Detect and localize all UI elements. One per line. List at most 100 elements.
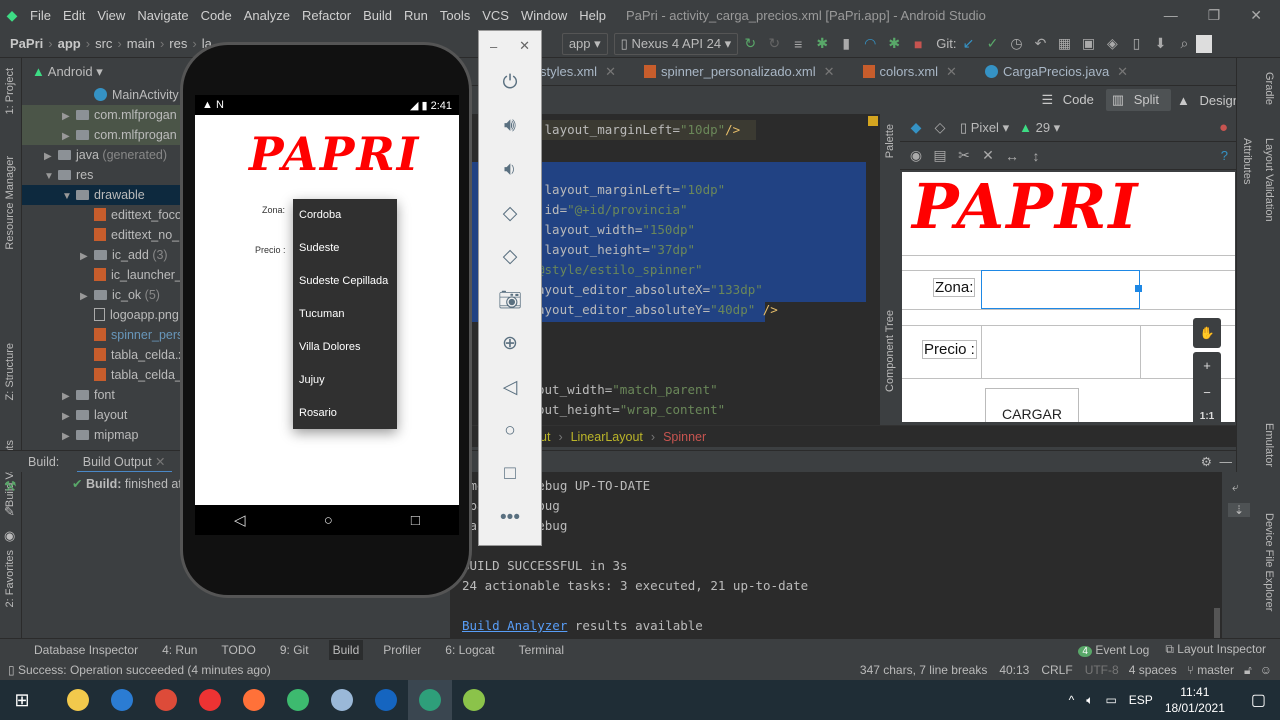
design-canvas[interactable]: PAPRI Zona: Precio : CARGAR ✋ + − 1:1 ▢ (902, 172, 1235, 422)
expand-arrow-icon[interactable]: ▼ (62, 187, 76, 207)
taskbar-app-icon[interactable] (188, 680, 232, 720)
status-message[interactable]: Success: Operation succeeded (4 minutes … (18, 663, 271, 677)
build-analyzer-link[interactable]: Build Analyzer (462, 618, 567, 633)
restore-button[interactable]: ❐ (1208, 7, 1221, 24)
attach-icon[interactable]: ▮ (834, 35, 858, 52)
resource-icon[interactable]: ⬇ (1148, 35, 1172, 52)
dropdown-option[interactable]: Sudeste (293, 232, 397, 265)
apply-code-changes-icon[interactable]: ↻ (762, 35, 786, 52)
zoom-out-button[interactable]: − (1193, 385, 1221, 400)
zoom-icon[interactable]: ⊕ (479, 322, 541, 366)
close-tab-icon[interactable]: ✕ (824, 64, 835, 79)
tool-structure[interactable]: Z: Structure (4, 343, 16, 400)
git-update-icon[interactable]: ↙ (956, 35, 980, 52)
expand-horizontal-icon[interactable]: ↔ (1000, 148, 1024, 164)
back-icon[interactable]: ◁ (479, 366, 541, 410)
device-select[interactable]: ▯ Pixel ▾ (960, 120, 1009, 136)
emulator-minimize[interactable]: – (490, 39, 497, 54)
tool-tab-todo[interactable]: TODO (217, 640, 259, 660)
device-select[interactable]: ▯ Nexus 4 API 24 ▾ (613, 32, 739, 55)
taskbar-app-icon[interactable] (364, 680, 408, 720)
menu-file[interactable]: File (24, 8, 57, 23)
menu-vcs[interactable]: VCS (476, 8, 515, 23)
menu-edit[interactable]: Edit (57, 8, 91, 23)
back-icon[interactable]: ◁ (234, 511, 246, 529)
minimize-button[interactable]: — (1164, 7, 1178, 24)
tool-tab-build[interactable]: Build (328, 639, 364, 660)
windows-start-icon[interactable]: ⊞ (0, 680, 44, 720)
tool-tab-database-inspector[interactable]: Database Inspector (30, 640, 142, 660)
dropdown-option[interactable]: Cordoba (293, 199, 397, 232)
indent-setting[interactable]: 4 spaces (1129, 663, 1177, 677)
blueprint-icon[interactable]: ▤ (928, 147, 952, 164)
tray-chevron-icon[interactable]: ^ (1069, 693, 1075, 707)
api-select[interactable]: ▲ 29 ▾ (1019, 120, 1060, 136)
precio-label[interactable]: Precio : (922, 340, 977, 359)
error-icon[interactable]: ● (1219, 119, 1228, 136)
tool-layout-validation[interactable]: Layout Validation (1263, 138, 1275, 222)
avd-manager-icon[interactable]: ▯ (1124, 35, 1148, 52)
dropdown-option[interactable]: Villa Dolores (293, 331, 397, 364)
zoom-in-button[interactable]: + (1193, 358, 1221, 373)
menu-build[interactable]: Build (357, 8, 398, 23)
inspector-icon[interactable]: ☺ (1260, 663, 1272, 677)
crumb-item[interactable]: app (58, 36, 81, 51)
crumb-item[interactable]: PaPri (10, 36, 43, 51)
profile-icon[interactable]: ◠ (858, 35, 882, 52)
expand-arrow-icon[interactable]: ▶ (44, 147, 58, 167)
tool-emulator[interactable]: Emulator (1263, 423, 1275, 467)
taskbar-app-icon[interactable] (320, 680, 364, 720)
menu-window[interactable]: Window (515, 8, 573, 23)
sdk-manager-icon[interactable]: ◈ (1100, 35, 1124, 52)
editor-tab[interactable]: styles.xml ✕ (540, 64, 616, 80)
volume-down-icon[interactable]: 🔉︎ (479, 148, 541, 192)
dropdown-option[interactable]: Tucuman (293, 298, 397, 331)
autoconnect-icon[interactable]: ✂ (952, 147, 976, 164)
build-status-row[interactable]: ✔ Build: finished at (72, 476, 182, 491)
tool-project[interactable]: 1: Project (4, 68, 16, 114)
expand-arrow-icon[interactable]: ▶ (62, 107, 76, 127)
tool-favorites[interactable]: 2: Favorites (4, 550, 16, 607)
taskbar-app-icon[interactable] (56, 680, 100, 720)
tool-gradle[interactable]: Gradle (1263, 72, 1275, 105)
attach-debugger-icon[interactable]: ✱ (882, 35, 906, 52)
volume-icon[interactable]: 🔈︎ (1086, 693, 1093, 708)
file-encoding[interactable]: UTF-8 (1085, 663, 1119, 677)
expand-arrow-icon[interactable]: ▶ (80, 247, 94, 267)
taskbar-app-icon[interactable] (144, 680, 188, 720)
build-output-tab[interactable]: Build Output ✕ (76, 455, 172, 473)
selected-spinner[interactable] (981, 270, 1142, 309)
menu-navigate[interactable]: Navigate (131, 8, 194, 23)
rotate-left-icon[interactable]: ◇ (479, 192, 541, 236)
menu-refactor[interactable]: Refactor (296, 8, 357, 23)
close-tab-icon[interactable]: ✕ (605, 64, 616, 79)
run-config-select[interactable]: app ▾ (561, 32, 608, 55)
menu-tools[interactable]: Tools (434, 8, 476, 23)
split-mode-button[interactable]: ▥ Split (1105, 89, 1172, 111)
git-branch[interactable]: ⑂ master (1187, 663, 1234, 677)
menu-analyze[interactable]: Analyze (238, 8, 296, 23)
taskbar-app-icon[interactable] (452, 680, 496, 720)
language-indicator[interactable]: ESP (1129, 693, 1153, 707)
build-output[interactable]: :mergeDexDebug UP-TO-DATE:packageDebug:a… (450, 472, 1222, 638)
project-structure-icon[interactable]: ▦ (1052, 35, 1076, 52)
lock-icon[interactable]: 🔓︎ (1244, 663, 1252, 678)
soft-wrap-icon[interactable]: ⤶ (1232, 480, 1258, 495)
expand-arrow-icon[interactable]: ▶ (62, 407, 76, 427)
error-stripe[interactable] (866, 114, 880, 425)
git-commit-icon[interactable]: ✓ (980, 35, 1004, 52)
emulator-screen[interactable]: ▲ N ◢ ▮ 2:41 PAPRI Zona: Precio : Cordob… (195, 95, 459, 535)
dropdown-option[interactable]: Rosario (293, 397, 397, 430)
rotate-right-icon[interactable]: ◇ (479, 235, 541, 279)
line-separator[interactable]: CRLF (1041, 663, 1072, 677)
crumb-item[interactable]: main (127, 36, 155, 51)
tool-tab--git[interactable]: 9: Git (276, 640, 313, 660)
zoom-actual-button[interactable]: 1:1 (1193, 411, 1221, 422)
eye-icon[interactable]: ◉ (904, 147, 928, 164)
tool-attributes[interactable]: Attributes (1241, 138, 1253, 184)
editor-tab[interactable]: CargaPrecios.java ✕ (984, 64, 1128, 80)
overview-icon[interactable]: □ (479, 453, 541, 497)
tool-device-file-explorer[interactable]: Device File Explorer (1263, 513, 1275, 611)
crumb-spinner[interactable]: Spinner (663, 430, 706, 444)
cursor-position[interactable]: 40:13 (999, 663, 1029, 677)
